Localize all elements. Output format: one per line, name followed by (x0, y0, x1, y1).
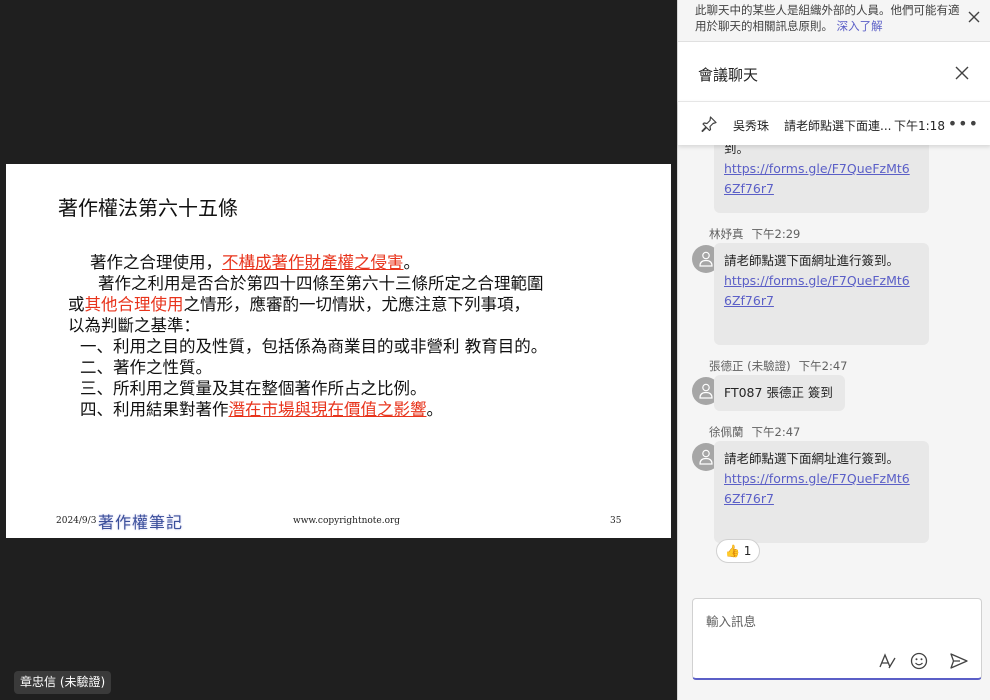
slide-item-1: 一、利用之目的及性質，包括係為商業目的或非營利 教育目的。 (80, 337, 548, 356)
reaction-chip[interactable]: 👍 1 (716, 539, 760, 563)
message-composer[interactable]: 輸入訊息 (692, 598, 982, 680)
presentation-stage: 著作權法第六十五條 著作之合理使用，不構成著作財產權之侵害。 著作之利用是否合於… (0, 0, 677, 700)
close-icon[interactable] (967, 10, 981, 24)
message-text: 到。 (724, 145, 750, 156)
slide-text: 著作之合理使用， (90, 253, 222, 272)
message-header: 徐佩蘭 下午2:47 (709, 424, 800, 440)
format-icon[interactable] (877, 651, 897, 671)
pinned-message[interactable]: 吳秀珠 請老師點選下面連... 下午1:18 ••• (678, 101, 990, 145)
message-bubble: FT087 張德正 簽到 (714, 375, 845, 411)
person-icon (699, 383, 713, 399)
meeting-chat-panel: 此聊天中的某些人是組織外部的人員。他們可能有適用於聊天的相關訊息原則。 深入了解… (677, 0, 990, 700)
slide-highlight: 其他合理使用 (84, 295, 184, 314)
message-link[interactable]: https://forms.gle/F7QueFzMt66Zf76r7 (724, 159, 917, 199)
slide-line-3: 或其他合理使用之情形，應審酌一切情狀，尤應注意下列事項， (68, 294, 650, 315)
slide-body: 著作之合理使用，不構成著作財產權之侵害。 著作之利用是否合於第四十四條至第六十三… (68, 252, 650, 420)
message-list[interactable]: 到。 https://forms.gle/F7QueFzMt66Zf76r7 林… (678, 145, 990, 597)
person-icon (699, 449, 713, 465)
shared-slide: 著作權法第六十五條 著作之合理使用，不構成著作財產權之侵害。 著作之利用是否合於… (6, 164, 671, 538)
slide-line-2: 著作之利用是否合於第四十四條至第六十三條所定之合理範圍 (98, 274, 544, 293)
external-users-notice: 此聊天中的某些人是組織外部的人員。他們可能有適用於聊天的相關訊息原則。 深入了解 (678, 0, 990, 40)
message-bubble: 請老師點選下面網址進行簽到。 https://forms.gle/F7QueFz… (714, 243, 929, 345)
message-text: 請老師點選下面網址進行簽到。 (724, 253, 900, 268)
chat-title: 會議聊天 (698, 66, 759, 84)
slide-text: 。 (426, 400, 444, 419)
message-link[interactable]: https://forms.gle/F7QueFzMt66Zf76r7 (724, 469, 917, 509)
message-header: 林妤真 下午2:29 (709, 226, 800, 242)
message-input[interactable]: 輸入訊息 (706, 611, 756, 630)
sender-name: 張德正 (未驗證) (709, 359, 791, 373)
pin-icon (701, 116, 717, 133)
reaction-count: 1 (743, 544, 752, 558)
slide-highlight: 潛在市場與現在價值之影響 (228, 400, 427, 419)
chat-header: 會議聊天 (678, 41, 990, 101)
slide-text: 之情形，應審酌一切情狀，尤應注意下列事項， (183, 295, 531, 314)
slide-text: 。 (403, 253, 421, 272)
message-bubble: 到。 https://forms.gle/F7QueFzMt66Zf76r7 (714, 145, 929, 213)
slide-text: 四、利用結果對著作 (80, 400, 229, 419)
slide-line-1: 著作之合理使用，不構成著作財產權之侵害。 (70, 252, 650, 273)
message-header: 張德正 (未驗證) 下午2:47 (709, 358, 847, 374)
sender-name: 徐佩蘭 (709, 425, 744, 439)
pinned-time: 下午1:18 (894, 119, 945, 133)
message-time: 下午2:47 (798, 359, 848, 373)
thumbs-up-icon: 👍 (725, 544, 740, 558)
close-chat-icon[interactable] (955, 66, 969, 80)
message-time: 下午2:29 (751, 227, 801, 241)
slide-highlight: 不構成著作財產權之侵害 (222, 253, 404, 272)
slide-item-4: 四、利用結果對著作潛在市場與現在價值之影響。 (70, 399, 650, 420)
slide-footer-date: 2024/9/3 (56, 516, 97, 526)
slide-line-4: 以為判斷之基準： (68, 316, 200, 335)
presenter-name-tag: 章忠信 (未驗證) (14, 671, 112, 694)
person-icon (699, 251, 713, 267)
notice-text: 此聊天中的某些人是組織外部的人員。他們可能有適用於聊天的相關訊息原則。 (695, 3, 960, 33)
slide-footer-url: www.copyrightnote.org (293, 516, 401, 526)
slide-page-number: 35 (610, 516, 622, 526)
pinned-text: 請老師點選下面連... (784, 119, 892, 133)
message-link[interactable]: https://forms.gle/F7QueFzMt66Zf76r7 (724, 271, 917, 311)
message-time: 下午2:47 (751, 425, 801, 439)
slide-text: 或 (68, 295, 85, 314)
pinned-author: 吳秀珠 (733, 119, 770, 133)
message-text: 請老師點選下面網址進行簽到。 (724, 451, 900, 466)
slide-footer-logo: 著作權筆記 (98, 513, 184, 532)
slide-title: 著作權法第六十五條 (58, 196, 238, 220)
emoji-icon[interactable] (909, 651, 929, 671)
message-text: FT087 張德正 簽到 (724, 385, 833, 400)
slide-item-3: 三、所利用之質量及其在整個著作所占之比例。 (80, 379, 427, 398)
message-bubble: 請老師點選下面網址進行簽到。 https://forms.gle/F7QueFz… (714, 441, 929, 543)
more-options-icon[interactable]: ••• (948, 114, 979, 133)
sender-name: 林妤真 (709, 227, 744, 241)
send-icon[interactable] (949, 651, 969, 671)
learn-more-link[interactable]: 深入了解 (837, 19, 883, 33)
slide-item-2: 二、著作之性質。 (80, 358, 212, 377)
